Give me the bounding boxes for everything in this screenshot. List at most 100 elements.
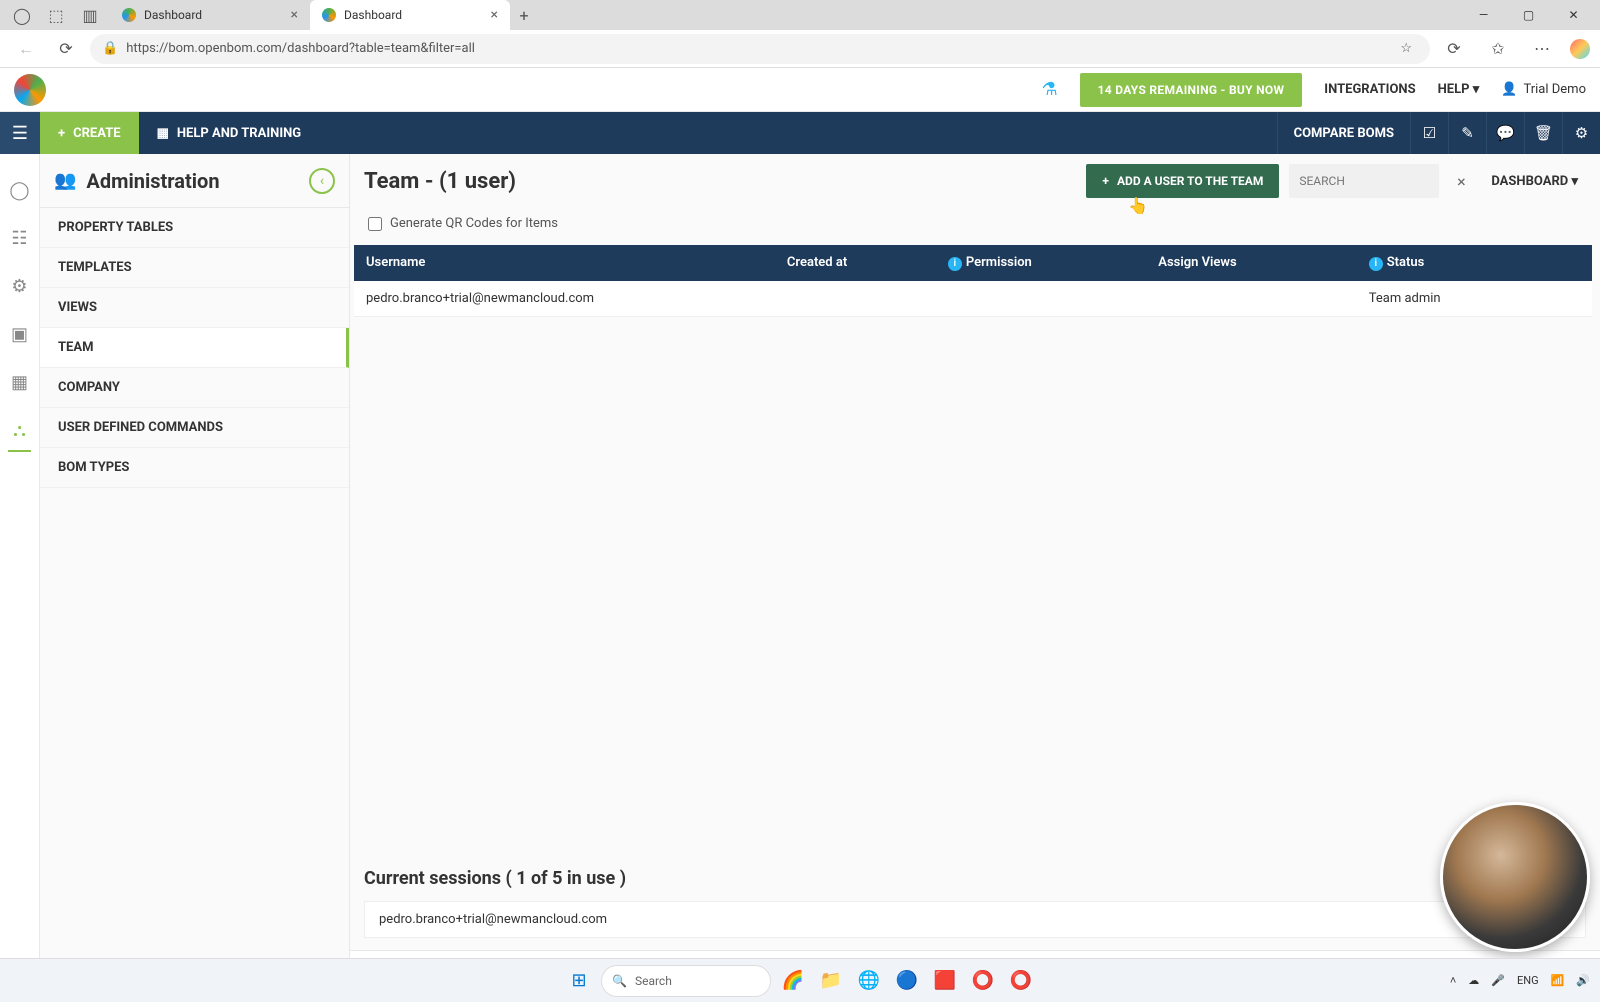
sidebar-item-bom-types[interactable]: BOM TYPES [40,448,349,488]
dashboard-dropdown[interactable]: DASHBOARD ▾ [1483,174,1586,189]
star-icon[interactable]: ☆ [1400,41,1412,56]
add-user-button[interactable]: + ADD A USER TO THE TEAM [1086,164,1279,198]
windows-taskbar: ⊞ 🔍 Search 🌈 📁 🌐 🔵 🟥 ⭕ ⭕ ˄ ☁ 🎤 ENG 📶 🔊 [0,958,1600,1002]
search-icon: 🔍 [612,974,627,988]
help-training-button[interactable]: ▦ HELP AND TRAINING [139,126,320,141]
browser-profile-icon[interactable] [1570,39,1590,59]
webcam-overlay [1440,802,1590,952]
sidebar-item-team[interactable]: TEAM [40,328,349,368]
presentation-icon: ▦ [157,126,169,141]
sidebar-item-udc[interactable]: USER DEFINED COMMANDS [40,408,349,448]
new-tab-button[interactable]: + [510,0,538,30]
user-chip[interactable]: 👤 Trial Demo [1501,82,1586,97]
menu-icon[interactable]: ⋯ [1526,33,1558,65]
user-icon: 👤 [1501,82,1517,97]
workspace-icon[interactable]: ⬚ [48,7,64,23]
cell-status: Team admin [1357,281,1592,317]
sidebar-item-company[interactable]: COMPANY [40,368,349,408]
col-assign[interactable]: Assign Views [1146,245,1356,281]
table-header-row: Username Created at iPermission Assign V… [354,245,1592,281]
close-window-button[interactable]: ✕ [1551,0,1596,30]
qr-label: Generate QR Codes for Items [390,216,558,231]
icon-rail: ◯ ☷ ⚙ ▣ ▦ ⛬ [0,154,40,978]
rail-list-icon[interactable]: ☷ [0,214,39,262]
sidebar: 👥 Administration ‹ PROPERTY TABLES TEMPL… [40,154,350,978]
app-logo[interactable] [14,74,46,106]
browser-tab[interactable]: Dashboard × [310,0,510,30]
comment-icon[interactable]: 💬 [1486,112,1524,154]
sessions-title: Current sessions ( 1 of 5 in use ) [364,868,1586,889]
delete-icon[interactable]: 🗑 [1524,112,1562,154]
explorer-icon[interactable]: 📁 [815,965,847,997]
integrations-link[interactable]: INTEGRATIONS [1324,82,1415,97]
help-dropdown[interactable]: HELP ▾ [1438,82,1480,97]
plus-icon: + [58,126,65,141]
rail-gear-icon[interactable]: ⚙ [0,262,39,310]
close-icon[interactable]: × [491,7,498,23]
trial-buy-button[interactable]: 14 DAYS REMAINING - BUY NOW [1080,73,1303,107]
start-button[interactable]: ⊞ [563,965,595,997]
page-title: Team - (1 user) [364,169,1076,194]
maximize-button[interactable]: ▢ [1506,0,1551,30]
chevron-up-icon[interactable]: ˄ [1450,974,1456,987]
extensions-icon[interactable]: ⟳ [1438,33,1470,65]
edit-icon[interactable]: ✎ [1448,112,1486,154]
settings-icon[interactable]: ⚙ [1562,112,1600,154]
minimize-button[interactable]: — [1461,0,1506,30]
browser-tab[interactable]: Dashboard × [110,0,310,30]
sidebar-item-views[interactable]: VIEWS [40,288,349,328]
close-icon[interactable]: × [291,7,298,23]
lab-icon[interactable]: ⚗ [1041,79,1057,100]
qr-checkbox[interactable] [368,217,382,231]
favicon-icon [322,8,336,22]
cloud-icon[interactable]: ☁ [1468,974,1479,987]
mic-icon[interactable]: 🎤 [1491,974,1505,987]
edge-icon[interactable]: 🌐 [853,965,885,997]
wifi-icon[interactable]: 📶 [1551,974,1565,987]
table-row[interactable]: pedro.branco+trial@newmancloud.com Team … [354,281,1592,317]
app-icon-2[interactable]: ⭕ [967,965,999,997]
search-input[interactable] [1289,164,1439,198]
col-username[interactable]: Username [354,245,775,281]
app-icon[interactable]: 🟥 [929,965,961,997]
url-input[interactable]: 🔒 https://bom.openbom.com/dashboard?tabl… [90,34,1430,64]
info-icon: i [1369,257,1383,271]
rail-admin-icon[interactable]: ⛬ [0,406,39,454]
menu-toggle[interactable]: ☰ [0,112,40,154]
profile-icon[interactable]: ◯ [14,7,30,23]
col-status[interactable]: iStatus [1357,245,1592,281]
clear-search-icon[interactable]: × [1449,172,1473,191]
main-toolbar: ☰ + CREATE ▦ HELP AND TRAINING COMPARE B… [0,112,1600,154]
browser-title-bar: ◯ ⬚ ▥ Dashboard × Dashboard × + — ▢ ✕ [0,0,1600,30]
cell-username: pedro.branco+trial@newmancloud.com [354,281,775,317]
sidebar-item-property-tables[interactable]: PROPERTY TABLES [40,208,349,248]
favorites-icon[interactable]: ✩ [1482,33,1514,65]
copilot-icon[interactable]: 🌈 [777,965,809,997]
lang-indicator[interactable]: ENG [1517,974,1539,987]
col-permission[interactable]: iPermission [936,245,1146,281]
favicon-icon [122,8,136,22]
sidebar-title: Administration [86,169,299,193]
system-tray[interactable]: ˄ ☁ 🎤 ENG 📶 🔊 [1450,974,1590,987]
sessions-section: Current sessions ( 1 of 5 in use ) pedro… [350,850,1600,950]
rail-catalog-icon[interactable]: ◯ [0,166,39,214]
tab-title: Dashboard [344,8,402,22]
volume-icon[interactable]: 🔊 [1576,974,1590,987]
create-button[interactable]: + CREATE [40,112,139,154]
back-button[interactable]: ← [10,33,42,65]
tab-title: Dashboard [144,8,202,22]
sidebar-item-templates[interactable]: TEMPLATES [40,248,349,288]
app-icon-3[interactable]: ⭕ [1005,965,1037,997]
back-circle-icon[interactable]: ‹ [309,168,335,194]
sidebar-toggle-icon[interactable]: ▥ [82,7,98,23]
rail-folder-icon[interactable]: ▣ [0,310,39,358]
app-header: ⚗ 14 DAYS REMAINING - BUY NOW INTEGRATIO… [0,68,1600,112]
chrome-icon[interactable]: 🔵 [891,965,923,997]
col-created[interactable]: Created at [775,245,936,281]
reload-button[interactable]: ⟳ [50,33,82,65]
rail-table-icon[interactable]: ▦ [0,358,39,406]
taskbar-search[interactable]: 🔍 Search [601,965,771,997]
cell-permission [936,281,1146,317]
check-icon[interactable]: ☑ [1410,112,1448,154]
compare-boms-button[interactable]: COMPARE BOMS [1277,112,1410,154]
